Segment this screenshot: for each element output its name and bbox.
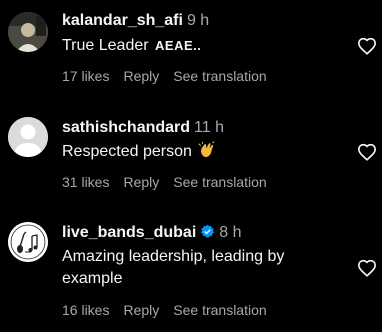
comment-text: True Leader AEAE.. [62, 35, 347, 57]
comment-suffix: AEAE.. [155, 38, 202, 53]
heart-outline-icon[interactable] [357, 259, 377, 277]
reply-button[interactable]: Reply [123, 302, 159, 318]
reply-button[interactable]: Reply [123, 68, 159, 84]
see-translation-link[interactable]: See translation [173, 68, 266, 84]
comment-item: sathishchandard 11 h Respected person 31 … [0, 106, 382, 206]
comment-meta: 31 likes Reply See translation [62, 173, 281, 191]
likes-count[interactable]: 16 likes [62, 302, 109, 318]
comment-text: Amazing leadership, leading by example [62, 248, 285, 287]
username[interactable]: kalandar_sh_afi [62, 12, 183, 29]
comment-body: Respected person [62, 143, 192, 160]
likes-count[interactable]: 17 likes [62, 68, 109, 84]
timestamp: 11 h [194, 119, 224, 136]
comment-item: kalandar_sh_afi 9 h True Leader AEAE.. 17… [0, 0, 382, 100]
reply-button[interactable]: Reply [123, 174, 159, 190]
clapping-hands-emoji [198, 141, 215, 158]
comment-meta: 17 likes Reply See translation [62, 67, 281, 85]
comment-header: sathishchandard 11 h [62, 118, 224, 138]
username[interactable]: live_bands_dubai [62, 224, 196, 241]
comment-header: live_bands_dubai 8 h [62, 223, 242, 243]
see-translation-link[interactable]: See translation [173, 302, 266, 318]
avatar-photo [8, 12, 48, 52]
comment-item: live_bands_dubai 8 h Amazing leadership,… [0, 212, 382, 332]
avatar[interactable] [8, 12, 48, 52]
comment-body: True Leader [62, 37, 149, 54]
comment-text: Respected person [62, 141, 347, 163]
comment-header: kalandar_sh_afi 9 h [62, 11, 209, 31]
timestamp: 8 h [219, 224, 242, 241]
see-translation-link[interactable]: See translation [173, 174, 266, 190]
avatar[interactable] [8, 117, 48, 157]
heart-outline-icon[interactable] [357, 37, 377, 55]
avatar[interactable] [8, 222, 48, 262]
timestamp: 9 h [186, 12, 210, 29]
username[interactable]: sathishchandard [62, 119, 190, 136]
comment-meta: 16 likes Reply See translation [62, 301, 281, 319]
likes-count[interactable]: 31 likes [62, 174, 109, 190]
default-avatar-icon [8, 117, 48, 157]
verified-badge-icon [201, 224, 215, 238]
heart-outline-icon[interactable] [357, 143, 377, 161]
band-logo-avatar [8, 222, 48, 262]
